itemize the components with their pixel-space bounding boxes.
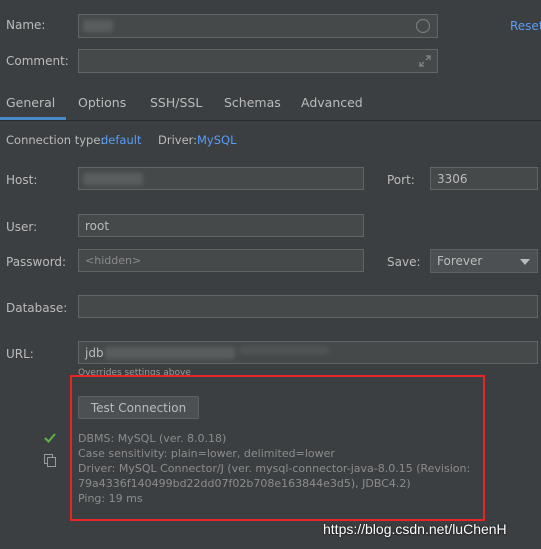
user-value: root bbox=[85, 218, 110, 233]
port-label: Port: bbox=[387, 173, 415, 187]
tab-options[interactable]: Options bbox=[78, 95, 126, 110]
result-driver: Driver: MySQL Connector/J (ver. mysql-co… bbox=[78, 462, 471, 475]
tab-advanced[interactable]: Advanced bbox=[301, 95, 363, 110]
url-value-prefix: jdb bbox=[85, 345, 104, 360]
color-circle-icon[interactable] bbox=[415, 18, 431, 34]
url-input[interactable]: jdb bbox=[78, 341, 538, 364]
expand-icon[interactable] bbox=[418, 54, 432, 68]
connection-type-label: Connection type: bbox=[6, 133, 105, 147]
redacted-text bbox=[83, 173, 143, 185]
comment-input[interactable] bbox=[78, 49, 438, 73]
driver-link[interactable]: MySQL bbox=[197, 133, 237, 147]
result-dbms: DBMS: MySQL (ver. 8.0.18) bbox=[78, 432, 227, 445]
host-input[interactable] bbox=[78, 167, 364, 190]
name-input[interactable] bbox=[78, 14, 438, 38]
redacted-text bbox=[239, 346, 329, 354]
save-dropdown[interactable]: Forever bbox=[430, 249, 538, 273]
redacted-text bbox=[83, 20, 113, 32]
result-case-sensitivity: Case sensitivity: plain=lower, delimited… bbox=[78, 447, 335, 460]
copy-icon[interactable] bbox=[44, 454, 56, 467]
save-label: Save: bbox=[387, 255, 421, 269]
host-label: Host: bbox=[6, 173, 38, 187]
database-input[interactable] bbox=[78, 295, 538, 318]
reset-link[interactable]: Reset bbox=[510, 19, 541, 33]
port-value: 3306 bbox=[437, 171, 468, 186]
comment-label: Comment: bbox=[6, 54, 69, 68]
user-input[interactable]: root bbox=[78, 214, 364, 237]
password-placeholder: <hidden> bbox=[85, 254, 142, 267]
redacted-text bbox=[105, 347, 235, 359]
watermark-text: https://blog.csdn.net/luChenH bbox=[323, 521, 507, 537]
tab-ssh-ssl[interactable]: SSH/SSL bbox=[150, 95, 202, 110]
connection-type-link[interactable]: default bbox=[101, 133, 141, 147]
chevron-down-icon bbox=[520, 259, 530, 265]
tab-schemas[interactable]: Schemas bbox=[224, 95, 281, 110]
checkmark-icon bbox=[44, 433, 56, 443]
user-label: User: bbox=[6, 220, 38, 234]
password-label: Password: bbox=[6, 255, 67, 269]
tab-general[interactable]: General bbox=[6, 95, 55, 110]
url-label: URL: bbox=[6, 347, 34, 361]
save-value: Forever bbox=[437, 254, 483, 268]
result-driver-revision: 79a4336f140499bd22dd07f02b708e163844e3d5… bbox=[78, 477, 411, 490]
test-connection-button[interactable]: Test Connection bbox=[78, 396, 199, 419]
tab-divider bbox=[0, 120, 541, 121]
database-label: Database: bbox=[6, 301, 68, 315]
result-ping: Ping: 19 ms bbox=[78, 492, 143, 505]
driver-label: Driver: bbox=[158, 133, 198, 147]
port-input[interactable]: 3306 bbox=[430, 167, 538, 190]
name-label: Name: bbox=[6, 18, 46, 32]
password-input[interactable]: <hidden> bbox=[78, 249, 364, 272]
